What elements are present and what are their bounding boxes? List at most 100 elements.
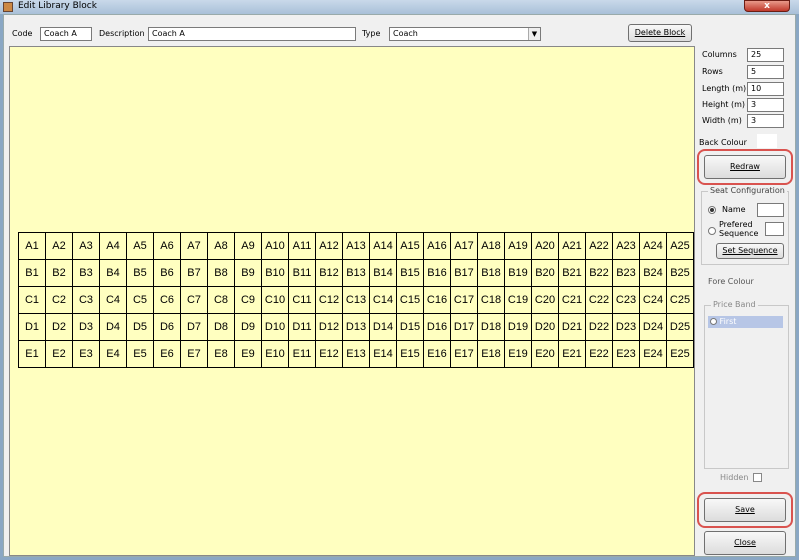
seat-cell[interactable]: A17 <box>450 232 478 260</box>
name-field[interactable] <box>757 203 784 217</box>
seat-cell[interactable]: E6 <box>153 340 181 368</box>
seat-cell[interactable]: C8 <box>207 286 235 314</box>
seat-cell[interactable]: B3 <box>72 259 100 287</box>
seat-cell[interactable]: E4 <box>99 340 127 368</box>
save-button[interactable]: Save <box>704 498 786 522</box>
seat-cell[interactable]: C7 <box>180 286 208 314</box>
price-band-item-first[interactable]: First <box>708 316 783 328</box>
seat-cell[interactable]: B13 <box>342 259 370 287</box>
seat-cell[interactable]: B7 <box>180 259 208 287</box>
seat-cell[interactable]: C16 <box>423 286 451 314</box>
seat-cell[interactable]: A18 <box>477 232 505 260</box>
seat-cell[interactable]: D10 <box>261 313 289 341</box>
seat-cell[interactable]: D14 <box>369 313 397 341</box>
type-select[interactable]: Coach ▼ <box>389 27 541 41</box>
seat-cell[interactable]: B25 <box>666 259 694 287</box>
seat-cell[interactable]: A11 <box>288 232 316 260</box>
seat-cell[interactable]: D13 <box>342 313 370 341</box>
seat-cell[interactable]: A25 <box>666 232 694 260</box>
seat-cell[interactable]: B2 <box>45 259 73 287</box>
prefered-sequence-field[interactable] <box>765 222 784 236</box>
seat-cell[interactable]: B22 <box>585 259 613 287</box>
seat-cell[interactable]: D5 <box>126 313 154 341</box>
seat-cell[interactable]: A16 <box>423 232 451 260</box>
seat-cell[interactable]: D23 <box>612 313 640 341</box>
seat-cell[interactable]: E24 <box>639 340 667 368</box>
description-field[interactable]: Coach A <box>148 27 356 41</box>
seat-cell[interactable]: B12 <box>315 259 343 287</box>
seat-cell[interactable]: A3 <box>72 232 100 260</box>
seat-cell[interactable]: B23 <box>612 259 640 287</box>
seat-cell[interactable]: C23 <box>612 286 640 314</box>
seat-cell[interactable]: C20 <box>531 286 559 314</box>
seat-cell[interactable]: A20 <box>531 232 559 260</box>
seat-cell[interactable]: C21 <box>558 286 586 314</box>
seat-cell[interactable]: D21 <box>558 313 586 341</box>
redraw-button[interactable]: Redraw <box>704 155 786 179</box>
seat-cell[interactable]: A22 <box>585 232 613 260</box>
seat-cell[interactable]: B16 <box>423 259 451 287</box>
seat-cell[interactable]: E22 <box>585 340 613 368</box>
seat-cell[interactable]: B4 <box>99 259 127 287</box>
seat-cell[interactable]: E12 <box>315 340 343 368</box>
seat-cell[interactable]: B17 <box>450 259 478 287</box>
seat-cell[interactable]: B20 <box>531 259 559 287</box>
seat-cell[interactable]: E13 <box>342 340 370 368</box>
seat-cell[interactable]: B5 <box>126 259 154 287</box>
seat-cell[interactable]: E3 <box>72 340 100 368</box>
seat-cell[interactable]: E17 <box>450 340 478 368</box>
columns-field[interactable]: 25 <box>747 48 784 62</box>
delete-block-button[interactable]: Delete Block <box>628 24 692 42</box>
seat-cell[interactable]: A21 <box>558 232 586 260</box>
seat-cell[interactable]: E25 <box>666 340 694 368</box>
seat-cell[interactable]: D15 <box>396 313 424 341</box>
rows-field[interactable]: 5 <box>747 65 784 79</box>
seat-cell[interactable]: C12 <box>315 286 343 314</box>
seat-cell[interactable]: C25 <box>666 286 694 314</box>
seat-cell[interactable]: D2 <box>45 313 73 341</box>
seat-cell[interactable]: A2 <box>45 232 73 260</box>
seat-cell[interactable]: B11 <box>288 259 316 287</box>
seat-cell[interactable]: C24 <box>639 286 667 314</box>
seat-canvas[interactable]: A1 A2 A3 A4 A5 A6 A7 A8 A9 A10 A11 A12 A13 A14 A15 A16 A… <box>9 46 695 556</box>
width-field[interactable]: 3 <box>747 114 784 128</box>
length-field[interactable]: 10 <box>747 82 784 96</box>
seat-cell[interactable]: A10 <box>261 232 289 260</box>
seat-cell[interactable]: C11 <box>288 286 316 314</box>
seat-cell[interactable]: E10 <box>261 340 289 368</box>
seat-cell[interactable]: D22 <box>585 313 613 341</box>
seat-cell[interactable]: C9 <box>234 286 262 314</box>
seat-cell[interactable]: B19 <box>504 259 532 287</box>
seat-cell[interactable]: E23 <box>612 340 640 368</box>
seat-cell[interactable]: D12 <box>315 313 343 341</box>
seat-cell[interactable]: E19 <box>504 340 532 368</box>
seat-cell[interactable]: D24 <box>639 313 667 341</box>
chevron-down-icon[interactable]: ▼ <box>528 28 540 40</box>
seat-cell[interactable]: E11 <box>288 340 316 368</box>
set-sequence-button[interactable]: Set Sequence <box>716 243 784 259</box>
seat-cell[interactable]: B8 <box>207 259 235 287</box>
seat-cell[interactable]: B1 <box>18 259 46 287</box>
seat-cell[interactable]: C22 <box>585 286 613 314</box>
seat-cell[interactable]: E8 <box>207 340 235 368</box>
seat-cell[interactable]: D17 <box>450 313 478 341</box>
seat-cell[interactable]: E14 <box>369 340 397 368</box>
seat-cell[interactable]: A8 <box>207 232 235 260</box>
seat-cell[interactable]: A9 <box>234 232 262 260</box>
price-band-radio[interactable] <box>710 318 717 325</box>
seat-cell[interactable]: B6 <box>153 259 181 287</box>
seat-cell[interactable]: E9 <box>234 340 262 368</box>
name-radio[interactable] <box>708 206 716 214</box>
seat-cell[interactable]: D18 <box>477 313 505 341</box>
seat-cell[interactable]: D4 <box>99 313 127 341</box>
seat-cell[interactable]: E2 <box>45 340 73 368</box>
seat-cell[interactable]: C2 <box>45 286 73 314</box>
seat-cell[interactable]: B21 <box>558 259 586 287</box>
seat-cell[interactable]: C3 <box>72 286 100 314</box>
seat-cell[interactable]: A24 <box>639 232 667 260</box>
seat-cell[interactable]: E7 <box>180 340 208 368</box>
seat-cell[interactable]: D20 <box>531 313 559 341</box>
seat-cell[interactable]: C1 <box>18 286 46 314</box>
seat-cell[interactable]: D9 <box>234 313 262 341</box>
seat-cell[interactable]: B14 <box>369 259 397 287</box>
